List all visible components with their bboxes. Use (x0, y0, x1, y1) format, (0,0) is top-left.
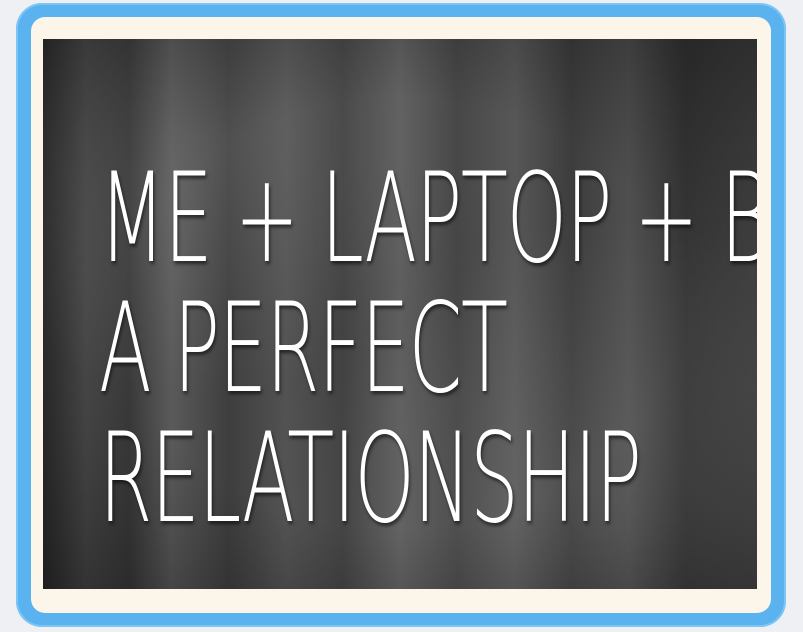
quote-text: ME + LAPTOP + BED = A PERFECT RELATIONSH… (99, 157, 757, 547)
quote-image: ME + LAPTOP + BED = A PERFECT RELATIONSH… (43, 39, 757, 589)
quote-line-2: A PERFECT (99, 277, 508, 421)
quote-line-1: ME + LAPTOP + BED = (99, 147, 757, 291)
quote-line-3: RELATIONSHIP (99, 407, 642, 551)
